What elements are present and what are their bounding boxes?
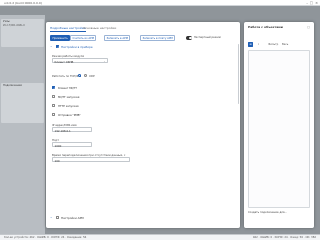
- read-from-arm-button[interactable]: Считать из АРМ: [70, 35, 97, 41]
- objects-list-area[interactable]: [248, 50, 310, 208]
- maximize-icon[interactable]: □: [310, 1, 313, 5]
- form-scrollbar[interactable]: [237, 44, 239, 104]
- http-run-label: HTTP запуская: [58, 104, 79, 108]
- mqtt-client-label: Клиент MQTT: [58, 86, 77, 90]
- tab-detailed-settings[interactable]: Подробные настройки: [50, 26, 86, 32]
- device-settings-section[interactable]: ⌄ Настройки в приборе: [50, 44, 236, 50]
- info-icon[interactable]: i: [256, 42, 261, 47]
- mqtt-client-checkbox[interactable]: [52, 86, 56, 90]
- chevron-down-icon: ⌄: [50, 215, 53, 219]
- ip-input[interactable]: 192.168.0.1: [52, 127, 92, 133]
- left-pane: Узлы ZC-17/001-00ZL-0 Подключения: [0, 15, 45, 234]
- chevron-down-icon: ⌄: [103, 59, 106, 63]
- filter-label[interactable]: Фильтр: [268, 43, 278, 46]
- status-right: 462 · ОШИБ: 0 · КОНФ: 24 · Ожид: 56 · ОК…: [252, 236, 316, 240]
- send-pmb-checkbox[interactable]: [52, 113, 56, 117]
- device-settings-title: Настройки в приборе: [61, 44, 93, 49]
- create-connection-hint: Создать подключение для...: [248, 211, 287, 214]
- objects-toolbar: ≡ i Фильтр Весь: [248, 42, 310, 48]
- list-icon[interactable]: ≡: [248, 42, 253, 47]
- mode-select[interactable]: Клиент CRHB ⌄: [52, 58, 108, 64]
- expert-mode-label: Экспертный режим: [194, 36, 221, 40]
- tcp-label: Работать по TCP/IP: [52, 74, 79, 78]
- section-checkbox[interactable]: [56, 44, 60, 49]
- dialog-toolbar: Применить Считать из АРМ Записать в АРМ …: [50, 35, 236, 42]
- minimize-icon[interactable]: –: [306, 1, 308, 5]
- panel-close-icon[interactable]: ▢: [307, 25, 310, 29]
- apply-button[interactable]: Применить: [50, 35, 71, 41]
- arm-settings-section[interactable]: ⌄ Настройки АРМ: [50, 215, 236, 221]
- mqtt-run-label: MQTT запуская: [58, 95, 80, 99]
- udp-radio[interactable]: [84, 74, 88, 78]
- connections-card-title: Подключения: [3, 84, 22, 87]
- settings-dialog: Подробные настройки Основные настройки П…: [46, 22, 240, 228]
- http-run-checkbox[interactable]: [52, 104, 56, 108]
- expert-mode-toggle[interactable]: [186, 36, 192, 40]
- arm-settings-title: Настройки АРМ: [61, 215, 84, 220]
- connections-card: Подключения: [1, 83, 44, 123]
- write-to-arm-button[interactable]: Записать в АРМ: [104, 35, 131, 41]
- chevron-down-icon: ⌄: [50, 44, 53, 48]
- nodes-card-field[interactable]: ZC-17/001-00ZL-0: [1, 24, 44, 27]
- nodes-card: Узлы ZC-17/001-00ZL-0: [1, 19, 44, 47]
- settings-form: ⌄ Настройки в приборе Режим работы модул…: [50, 44, 236, 226]
- tcp-radio[interactable]: [78, 74, 82, 78]
- udp-label: UDP: [89, 74, 95, 78]
- mode-value: Клиент CRHB: [54, 59, 74, 64]
- write-board-button[interactable]: Записать в плату АРМ: [140, 35, 176, 41]
- all-label[interactable]: Весь: [282, 43, 288, 46]
- objects-panel-title: Работа с объектами: [248, 25, 283, 29]
- status-left: Кол-во устройств: 462 · ОШИБ: 0 · КОНФ: …: [4, 236, 87, 240]
- window-title: v.0.0.2 (build 0000.0.0.0): [4, 1, 42, 5]
- mqtt-run-checkbox[interactable]: [52, 95, 56, 99]
- tab-basic-settings[interactable]: Основные настройки: [83, 26, 116, 30]
- reconnect-timeout-input[interactable]: 100: [52, 157, 130, 163]
- arm-section-checkbox[interactable]: [56, 215, 60, 219]
- port-input[interactable]: 1000: [52, 142, 92, 148]
- status-bar: Кол-во устройств: 462 · ОШИБ: 0 · КОНФ: …: [0, 234, 320, 240]
- send-pmb-label: Отправка "PMB": [58, 113, 81, 117]
- close-icon[interactable]: ×: [315, 1, 318, 5]
- objects-panel: Работа с объектами ▢ ≡ i Фильтр Весь Соз…: [244, 22, 314, 228]
